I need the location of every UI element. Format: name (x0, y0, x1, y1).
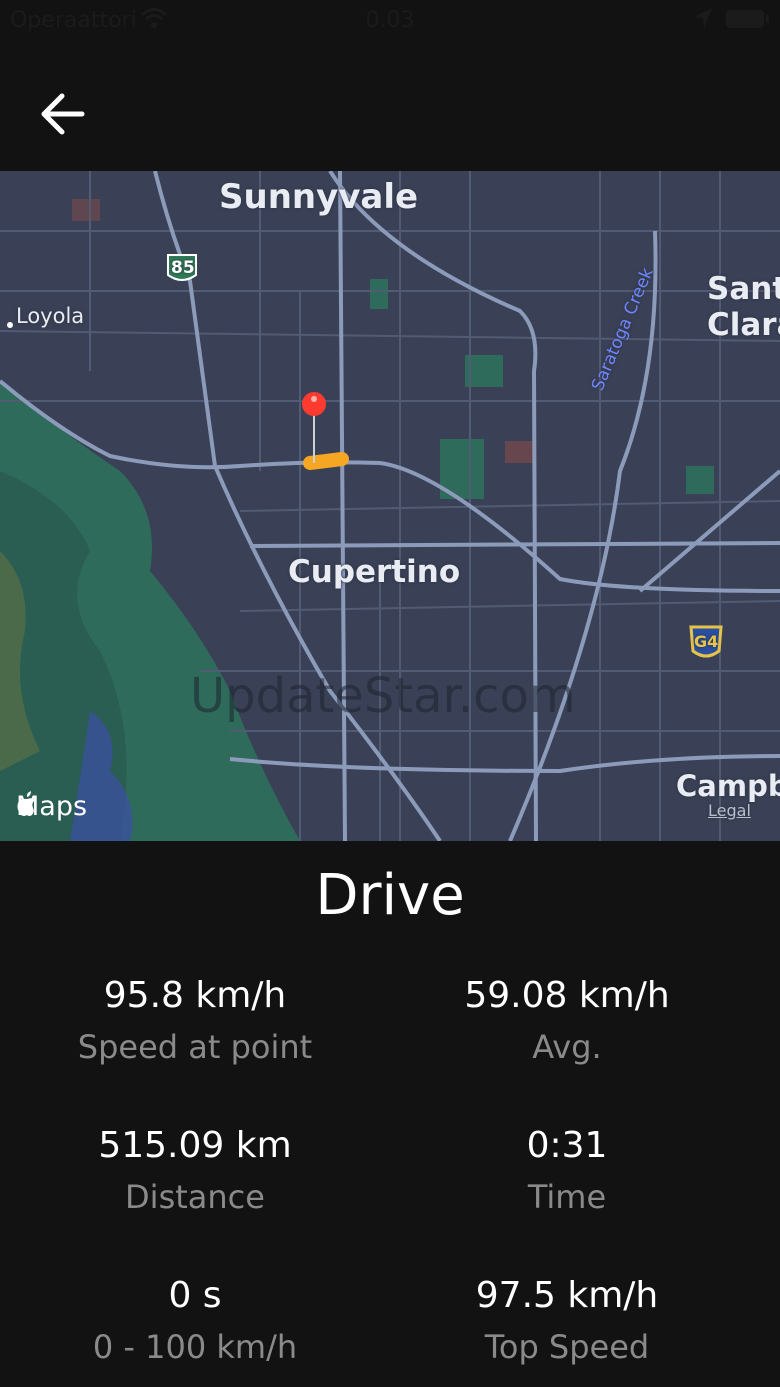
stat-zero-to-hundred: 0 s 0 - 100 km/h (0, 1275, 390, 1366)
back-button[interactable] (38, 90, 88, 140)
stat-value: 97.5 km/h (475, 1275, 659, 1316)
highway-g4-label: G4 (694, 632, 719, 651)
highway-85-label: 85 (171, 258, 195, 278)
page-title: Drive (315, 863, 465, 928)
back-arrow-icon (41, 93, 85, 135)
map-label-cupertino: Cupertino (288, 554, 461, 590)
status-bar: Operaattori 0.03 (0, 0, 780, 44)
stat-distance: 515.09 km Distance (0, 1125, 390, 1216)
stat-value: 95.8 km/h (103, 975, 287, 1016)
battery-icon (726, 10, 769, 28)
map-label-santa-clara: Santa Clara (707, 271, 780, 343)
stat-value: 0 s (168, 1275, 222, 1316)
apple-icon (17, 791, 35, 816)
stat-label: Speed at point (77, 1028, 313, 1066)
stat-speed-at-point: 95.8 km/h Speed at point (0, 975, 390, 1066)
apple-maps-logo: Maps (16, 791, 87, 822)
stat-top-speed: 97.5 km/h Top Speed (372, 1275, 762, 1366)
route-map[interactable]: UpdateStar.com Sunnyvale Cupertino Loyol… (0, 171, 780, 841)
map-label-loyola: Loyola (16, 304, 85, 328)
status-time: 0.03 (365, 8, 415, 33)
stat-time: 0:31 Time (372, 1125, 762, 1216)
stat-value: 59.08 km/h (464, 975, 670, 1016)
map-label-campbell: Campbe (676, 769, 780, 803)
watermark-text: UpdateStar.com (190, 668, 576, 724)
legal-link[interactable]: Legal (708, 801, 751, 820)
stat-label: 0 - 100 km/h (92, 1328, 298, 1366)
stat-label: Distance (125, 1178, 265, 1216)
map-canvas (0, 171, 780, 841)
stat-label: Top Speed (484, 1328, 650, 1366)
location-arrow-icon (692, 6, 714, 38)
stat-value: 515.09 km (98, 1125, 292, 1166)
map-label-sunnyvale: Sunnyvale (219, 177, 419, 217)
stat-average-speed: 59.08 km/h Avg. (372, 975, 762, 1066)
stat-label: Time (527, 1178, 607, 1216)
stat-label: Avg. (532, 1028, 602, 1066)
stat-value: 0:31 (526, 1125, 608, 1166)
